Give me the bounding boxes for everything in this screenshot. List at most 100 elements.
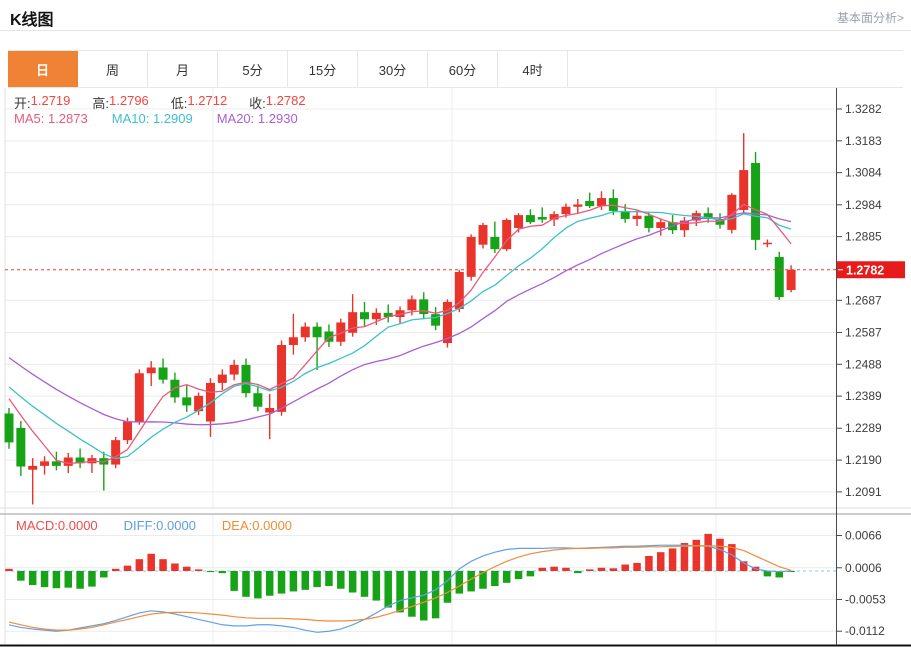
tab-4时[interactable]: 4时: [498, 51, 568, 87]
macd-bar: [159, 559, 167, 571]
candlestick: [763, 243, 772, 245]
tab-周[interactable]: 周: [78, 51, 148, 87]
close-label: 收:: [249, 93, 266, 112]
candlestick: [597, 198, 606, 206]
macd-bar: [491, 571, 499, 586]
macd-bar: [65, 571, 73, 588]
dea-value: 0.0000: [252, 518, 292, 533]
candlestick: [301, 327, 310, 338]
macd-bar: [716, 539, 724, 571]
macd-bar: [432, 571, 440, 618]
ma20-label: MA20:: [217, 111, 255, 126]
dea-label: DEA:: [222, 518, 252, 533]
macd-bar: [76, 571, 84, 589]
tab-15分[interactable]: 15分: [288, 51, 358, 87]
macd-bar: [681, 543, 689, 571]
ma5-label: MA5:: [14, 111, 44, 126]
candlestick: [135, 373, 144, 421]
current-price-label: 1.2782: [846, 263, 884, 277]
price-axis-label: 1.2687: [845, 293, 882, 307]
tab-5分[interactable]: 5分: [218, 51, 288, 87]
macd-bar: [515, 571, 523, 579]
ma-bar: MA5: 1.2873 MA10: 1.2909 MA20: 1.2930: [14, 111, 322, 126]
macd-bar: [503, 571, 511, 583]
macd-bar: [527, 571, 535, 576]
price-axis-label: 1.3084: [845, 166, 882, 180]
ohlc-bar: 开: 1.2719 高: 1.2796 低: 1.2712 收: 1.2782: [14, 93, 328, 112]
candlestick: [230, 365, 239, 375]
ma10-label: MA10:: [112, 111, 150, 126]
macd-bar: [266, 571, 274, 596]
low-label: 低:: [171, 93, 188, 112]
candlestick: [40, 461, 49, 466]
candlestick: [372, 313, 381, 319]
fundamental-analysis-link[interactable]: 基本面分析>: [837, 9, 904, 26]
open-value: 1.2719: [31, 93, 71, 112]
candlestick: [467, 237, 476, 277]
macd-bar: [254, 571, 262, 598]
macd-bar: [657, 552, 665, 571]
macd-bar: [88, 571, 96, 587]
macd-bar: [633, 563, 641, 571]
candlestick: [609, 198, 618, 211]
macd-bar: [384, 571, 392, 608]
candlestick: [360, 312, 369, 319]
macd-bar: [5, 569, 13, 571]
candlestick: [159, 367, 168, 379]
candlestick: [775, 257, 784, 297]
candlestick: [28, 466, 37, 470]
macd-bar: [136, 559, 144, 571]
macd-bar: [444, 571, 452, 603]
macd-bar: [124, 566, 132, 571]
macd-bar: [230, 571, 238, 591]
macd-bar: [408, 571, 416, 617]
macd-bar: [396, 571, 404, 612]
tab-60分[interactable]: 60分: [428, 51, 498, 87]
diff-value: 0.0000: [156, 518, 196, 533]
candlestick: [111, 440, 120, 464]
macd-bar: [456, 571, 464, 594]
ma10-value: 1.2909: [153, 111, 193, 126]
macd-bar: [325, 571, 333, 586]
candlestick: [561, 207, 570, 214]
macd-bar: [100, 571, 108, 577]
tab-日[interactable]: 日: [8, 51, 78, 87]
macd-bar: [693, 540, 701, 571]
candlestick: [289, 337, 298, 345]
candlestick: [52, 461, 61, 466]
tab-30分[interactable]: 30分: [358, 51, 428, 87]
price-axis-label: 1.2885: [845, 230, 882, 244]
macd-bar: [337, 571, 345, 589]
candlestick: [656, 222, 665, 228]
macd-bar: [112, 569, 120, 571]
candlestick: [5, 413, 14, 442]
macd-bar: [313, 571, 321, 587]
diff-label: DIFF:: [124, 518, 157, 533]
macd-bar: [645, 556, 653, 571]
macd-label: MACD:: [16, 518, 58, 533]
candlestick: [633, 216, 642, 219]
tab-bar-filler: [568, 51, 903, 87]
candlestick: [490, 237, 499, 249]
macd-bar: [242, 571, 250, 597]
macd-bar: [704, 534, 712, 571]
tab-月[interactable]: 月: [148, 51, 218, 87]
candlestick: [538, 217, 547, 220]
period-tab-bar: 日周月5分15分30分60分4时: [8, 50, 903, 88]
macd-bar: [621, 565, 629, 571]
macd-bar: [278, 571, 286, 594]
candlestick: [182, 397, 191, 405]
high-label: 高:: [92, 93, 109, 112]
macd-bar: [539, 568, 547, 571]
macd-value: 0.0000: [58, 518, 98, 533]
macd-bar: [550, 567, 558, 571]
price-axis-label: 1.2091: [845, 485, 882, 499]
candlestick: [751, 163, 760, 240]
candlestick: [479, 225, 488, 245]
macd-bar: [195, 569, 203, 571]
candlestick: [218, 375, 227, 383]
candlestick: [455, 272, 464, 309]
macd-bar: [302, 571, 310, 590]
candlestick: [526, 215, 535, 222]
price-axis-label: 1.2289: [845, 421, 882, 435]
